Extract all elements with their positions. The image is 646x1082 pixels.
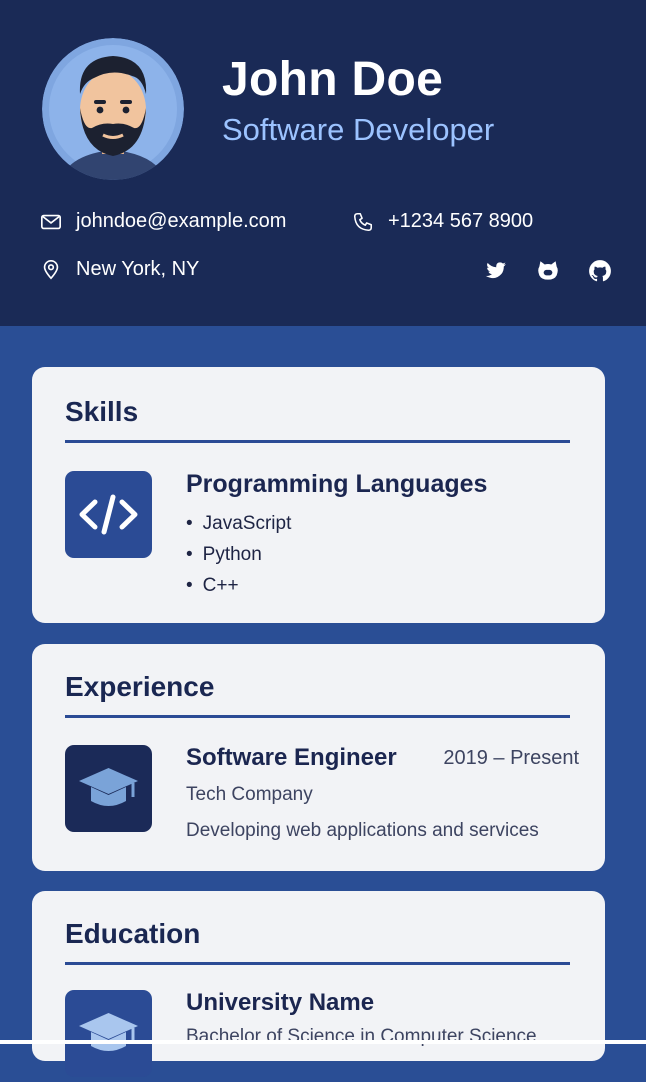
- skill-item: C++: [186, 575, 239, 597]
- skills-group-title: Programming Languages: [186, 470, 488, 498]
- education-icon-tile: [65, 990, 152, 1077]
- viewport-bottom-edge: [0, 1040, 646, 1044]
- email-text: johndoe@example.com: [76, 210, 287, 232]
- github-cat-icon[interactable]: [535, 258, 561, 284]
- education-divider: [65, 962, 570, 965]
- skills-divider: [65, 440, 570, 443]
- location-pin-icon: [43, 259, 59, 280]
- phone-contact[interactable]: +1234 567 8900: [352, 210, 533, 233]
- skill-item: Python: [186, 544, 262, 566]
- code-icon: [79, 494, 138, 535]
- graduation-cap-icon-tile: [65, 745, 152, 832]
- code-icon-tile: [65, 471, 152, 558]
- github-icon[interactable]: [587, 258, 613, 284]
- avatar: [42, 38, 184, 180]
- phone-icon: [353, 212, 373, 231]
- job-company: Tech Company: [186, 784, 313, 805]
- job-dates: 2019 – Present: [443, 747, 579, 769]
- job-role: Software Engineer: [186, 744, 397, 771]
- graduation-cap-icon: [79, 768, 138, 806]
- email-contact[interactable]: johndoe@example.com: [40, 210, 286, 233]
- degree-text: Bachelor of Science in Computer Science: [186, 1026, 537, 1047]
- profile-header: John Doe Software Developer johndoe@exam…: [0, 0, 646, 326]
- skills-card: Skills Programming Languages JavaScript …: [32, 367, 605, 623]
- twitter-icon[interactable]: [482, 258, 508, 284]
- location-contact: New York, NY: [40, 258, 199, 281]
- profile-name: John Doe: [222, 53, 444, 106]
- education-card: Education University Name Bachelor of Sc…: [32, 891, 605, 1077]
- experience-heading: Experience: [65, 671, 215, 702]
- phone-text: +1234 567 8900: [388, 210, 534, 232]
- school-name: University Name: [186, 989, 375, 1016]
- skills-heading: Skills: [65, 396, 139, 427]
- graduation-cap-icon: [79, 1013, 138, 1051]
- profile-title: Software Developer: [222, 112, 495, 147]
- skill-item: JavaScript: [186, 513, 292, 535]
- job-description: Developing web applications and services: [186, 820, 539, 841]
- education-heading: Education: [65, 918, 201, 949]
- experience-card: Experience Software Engineer 2019 – Pres…: [32, 644, 605, 871]
- location-text: New York, NY: [76, 258, 200, 280]
- experience-divider: [65, 715, 570, 718]
- mail-icon: [41, 214, 61, 229]
